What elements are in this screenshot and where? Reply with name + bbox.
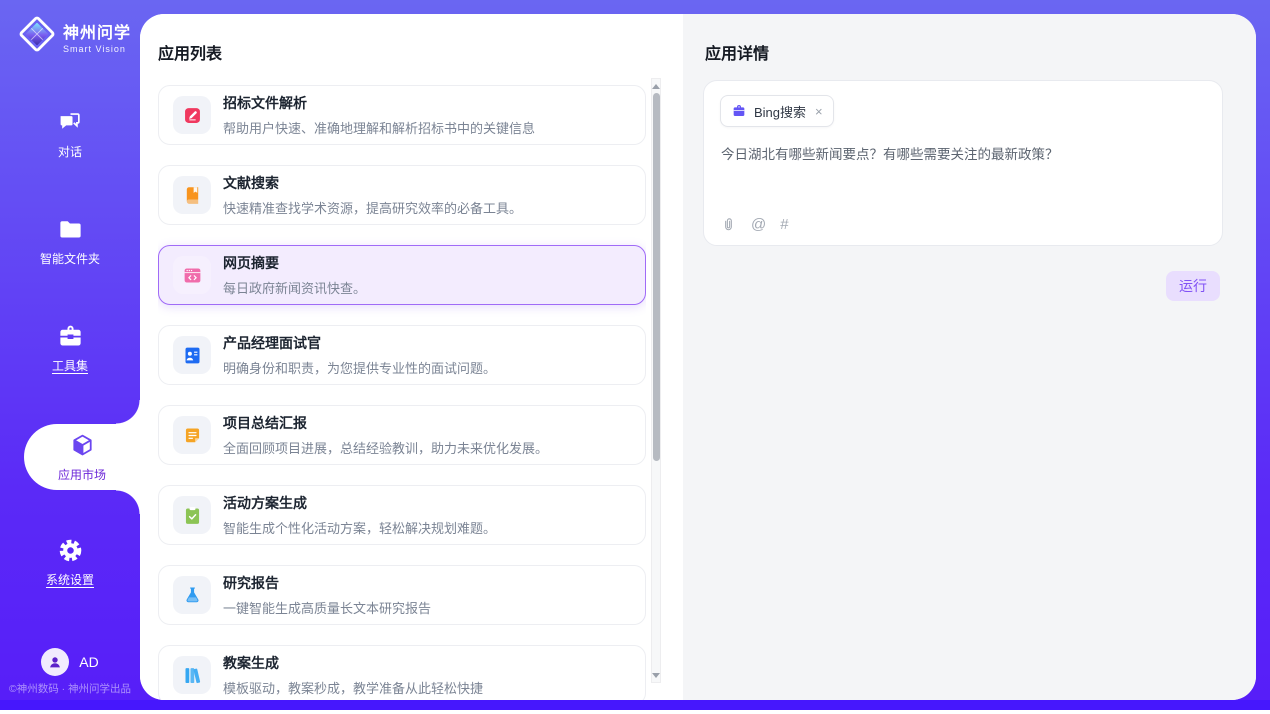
app-card-description: 模板驱动，教案秒成，教学准备从此轻松快捷 [223, 678, 483, 697]
app-card[interactable]: 研究报告 一键智能生成高质量长文本研究报告 [158, 565, 646, 625]
app-card-title: 教案生成 [223, 653, 483, 673]
app-card-description: 每日政府新闻资讯快查。 [223, 278, 366, 297]
sidebar-item-label: 智能文件夹 [40, 250, 100, 267]
hash-icon[interactable]: # [780, 217, 788, 232]
sidebar-item-label: 对话 [58, 143, 82, 160]
app-card-title: 研究报告 [223, 573, 431, 593]
sidebar-item-app-market[interactable]: 应用市场 [24, 424, 140, 490]
bottom-accent-bar [0, 700, 1270, 710]
user-icon [46, 653, 64, 671]
browser-icon [173, 256, 211, 294]
app-card-description: 全面回顾项目进展，总结经验教训，助力未来优化发展。 [223, 438, 548, 457]
attachment-toolbar: @# [720, 216, 789, 233]
sidebar-item-chat[interactable]: 对话 [0, 103, 140, 165]
paperclip-icon[interactable] [720, 216, 737, 233]
app-detail-panel: 应用详情 Bing搜索 × 今日湖北有哪些新闻要点？有哪些需要关注的最新政策？ … [683, 14, 1256, 700]
app-list-panel: 应用列表 招标文件解析 帮助用户快速、准确地理解和解析招标书中的关键信息 文献搜… [140, 14, 683, 700]
scroll-down-icon[interactable] [652, 670, 660, 680]
app-card-title: 招标文件解析 [223, 93, 535, 113]
app-card[interactable]: 招标文件解析 帮助用户快速、准确地理解和解析招标书中的关键信息 [158, 85, 646, 145]
scroll-up-icon[interactable] [652, 81, 660, 91]
brand-name: 神州问学 [63, 19, 131, 43]
sidebar-item-smart-folder[interactable]: 智能文件夹 [0, 210, 140, 272]
app-window: 神州问学 Smart Vision 对话 智能文件夹 工具集 应用市场 系统设置 [0, 0, 1270, 714]
prompt-text[interactable]: 今日湖北有哪些新闻要点？有哪些需要关注的最新政策？ [721, 145, 1206, 165]
folder-icon [57, 216, 84, 243]
clipboard-check-icon [173, 496, 211, 534]
content-area: 应用列表 招标文件解析 帮助用户快速、准确地理解和解析招标书中的关键信息 文献搜… [140, 14, 1256, 700]
scrollbar[interactable] [651, 78, 661, 683]
sidebar-item-label: 应用市场 [58, 466, 106, 483]
app-list-title: 应用列表 [158, 40, 222, 64]
app-card-description: 帮助用户快速、准确地理解和解析招标书中的关键信息 [223, 118, 535, 137]
user-row[interactable]: AD [0, 648, 140, 676]
app-card-title: 文献搜索 [223, 173, 522, 193]
scrollbar-thumb[interactable] [653, 93, 660, 461]
sidebar-menu: 对话 智能文件夹 工具集 应用市场 系统设置 [0, 103, 140, 638]
brand-diamond-icon [18, 15, 56, 58]
app-card-list: 招标文件解析 帮助用户快速、准确地理解和解析招标书中的关键信息 文献搜索 快速精… [158, 85, 646, 700]
books-icon [173, 656, 211, 694]
gear-icon [57, 537, 84, 564]
app-frame: 神州问学 Smart Vision 对话 智能文件夹 工具集 应用市场 系统设置 [0, 0, 1270, 700]
app-card[interactable]: 项目总结汇报 全面回顾项目进展，总结经验教训，助力未来优化发展。 [158, 405, 646, 465]
app-detail-title: 应用详情 [705, 40, 769, 64]
app-card-title: 项目总结汇报 [223, 413, 548, 433]
app-card-description: 快速精准查找学术资源，提高研究效率的必备工具。 [223, 198, 522, 217]
app-card[interactable]: 网页摘要 每日政府新闻资讯快查。 [158, 245, 646, 305]
close-icon[interactable]: × [815, 104, 823, 119]
toolbox-icon [57, 323, 84, 350]
sidebar-item-label: 工具集 [52, 357, 88, 374]
sidebar-item-settings[interactable]: 系统设置 [0, 531, 140, 593]
app-card-description: 智能生成个性化活动方案，轻松解决规划难题。 [223, 518, 496, 537]
app-card[interactable]: 教案生成 模板驱动，教案秒成，教学准备从此轻松快捷 [158, 645, 646, 700]
pen-square-icon [173, 96, 211, 134]
cube-icon [69, 432, 96, 459]
person-doc-icon [173, 336, 211, 374]
chat-icon [57, 109, 84, 136]
book-icon [173, 176, 211, 214]
app-card[interactable]: 产品经理面试官 明确身份和职责，为您提供专业性的面试问题。 [158, 325, 646, 385]
tool-tag-bing-search[interactable]: Bing搜索 × [720, 95, 834, 127]
briefcase-icon [731, 103, 747, 119]
app-card[interactable]: 文献搜索 快速精准查找学术资源，提高研究效率的必备工具。 [158, 165, 646, 225]
sidebar: 神州问学 Smart Vision 对话 智能文件夹 工具集 应用市场 系统设置 [0, 0, 140, 700]
user-name: AD [79, 654, 98, 670]
tool-tag-label: Bing搜索 [754, 102, 806, 121]
app-card-title: 产品经理面试官 [223, 333, 496, 353]
app-card-title: 网页摘要 [223, 253, 366, 273]
copyright: ©神州数码 · 神州问学出品 [0, 681, 140, 696]
app-card[interactable]: 活动方案生成 智能生成个性化活动方案，轻松解决规划难题。 [158, 485, 646, 545]
app-card-description: 明确身份和职责，为您提供专业性的面试问题。 [223, 358, 496, 377]
avatar[interactable] [41, 648, 69, 676]
brand-logo: 神州问学 Smart Vision [0, 0, 140, 58]
app-card-description: 一键智能生成高质量长文本研究报告 [223, 598, 431, 617]
sidebar-item-toolset[interactable]: 工具集 [0, 317, 140, 379]
brand-subtitle: Smart Vision [63, 44, 131, 54]
app-card-title: 活动方案生成 [223, 493, 496, 513]
run-button[interactable]: 运行 [1166, 271, 1220, 301]
flask-icon [173, 576, 211, 614]
at-icon[interactable]: @ [751, 217, 766, 232]
sidebar-item-label: 系统设置 [46, 571, 94, 588]
prompt-card[interactable]: Bing搜索 × 今日湖北有哪些新闻要点？有哪些需要关注的最新政策？ @# [703, 80, 1223, 246]
note-icon [173, 416, 211, 454]
